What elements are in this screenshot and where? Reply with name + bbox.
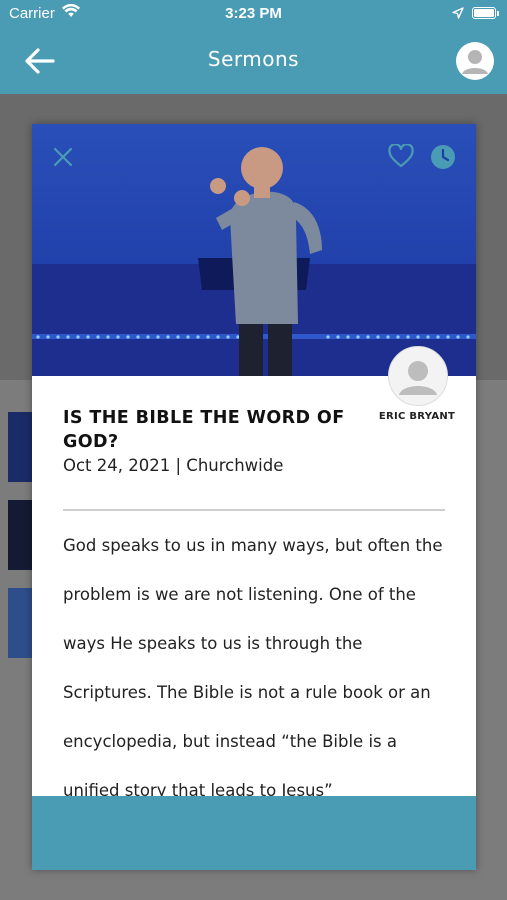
- sermon-detail-modal: ERIC BRYANT IS THE BIBLE THE WORD OF GOD…: [32, 124, 476, 870]
- modal-footer: [32, 796, 476, 870]
- location-arrow-icon: [452, 6, 464, 24]
- sermon-date-category: Oct 24, 2021 | Churchwide: [63, 456, 284, 475]
- sermon-video[interactable]: [32, 124, 476, 376]
- status-bar: Carrier 3:23 PM: [0, 0, 507, 28]
- close-icon[interactable]: [52, 146, 74, 168]
- clock-time: 3:23 PM: [225, 5, 282, 22]
- heart-icon[interactable]: [388, 143, 414, 172]
- sermon-description: God speaks to us in many ways, but often…: [63, 536, 443, 800]
- divider: [63, 509, 445, 511]
- clock-icon[interactable]: [430, 144, 456, 174]
- user-avatar-icon[interactable]: [456, 42, 494, 80]
- battery-icon: [472, 7, 496, 19]
- background-thumbnail: [8, 412, 34, 482]
- speaker-name: ERIC BRYANT: [378, 411, 456, 422]
- nav-bar: Sermons: [0, 28, 507, 94]
- sermon-title: IS THE BIBLE THE WORD OF GOD?: [63, 408, 345, 452]
- background-thumbnail: [8, 500, 34, 570]
- background-thumbnail: [8, 588, 34, 658]
- page-title: Sermons: [207, 47, 300, 71]
- battery-tip: [497, 11, 499, 16]
- speaker-avatar[interactable]: [388, 346, 448, 406]
